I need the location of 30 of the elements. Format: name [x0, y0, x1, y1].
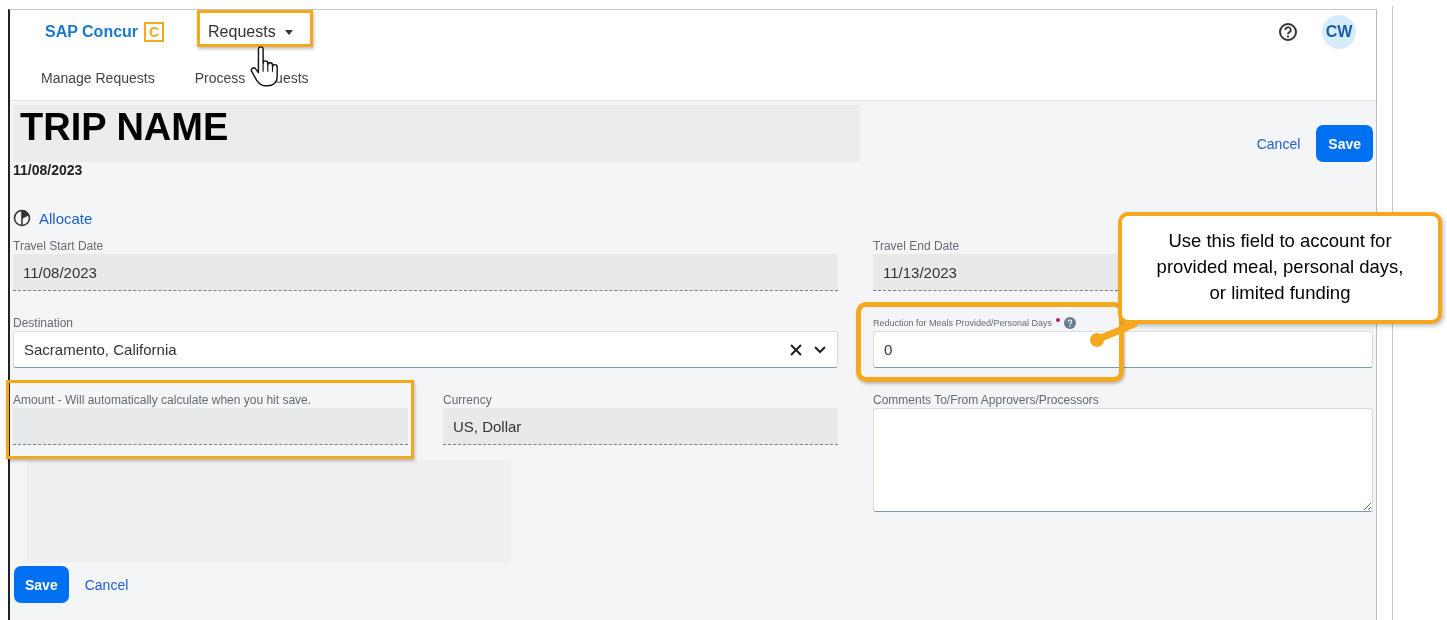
save-button[interactable]: Save	[14, 566, 69, 603]
trip-title: TRIP NAME	[19, 105, 230, 149]
pie-chart-icon	[13, 209, 31, 227]
cancel-link[interactable]: Cancel	[1256, 135, 1301, 152]
field-label: Comments To/From Approvers/Processors	[873, 393, 1099, 407]
caret-icon	[283, 29, 294, 35]
field-label: Travel Start Date	[13, 239, 104, 253]
field-label: Destination	[13, 316, 74, 330]
cancel-link[interactable]: Cancel	[84, 576, 129, 593]
readonly-field: US, Dollar	[443, 408, 838, 445]
brand-name: SAP Concur	[45, 23, 139, 41]
requests-menu[interactable]: Requests	[200, 19, 302, 45]
brand-logo: C	[144, 22, 165, 42]
field-label: Reduction for Meals Provided/Personal Days	[873, 318, 1053, 328]
destination-dropdown[interactable]: Sacramento, California	[13, 331, 838, 368]
callout-bubble: Use this field to account for provided meal, personal days, or limited funding	[1118, 212, 1442, 324]
clear-icon[interactable]	[789, 342, 803, 357]
nav-tab[interactable]: Manage Requests	[41, 70, 155, 90]
chevron-down-icon[interactable]	[813, 344, 827, 355]
field-label: Travel End Date	[873, 239, 960, 253]
allocate-link[interactable]: Allocate	[39, 209, 93, 227]
save-button[interactable]: Save	[1316, 125, 1373, 162]
request-date: 11/08/2023	[13, 162, 84, 178]
readonly-field: 11/13/2023	[873, 254, 1118, 291]
user-avatar[interactable]: CW	[1322, 15, 1356, 49]
help-icon[interactable]	[1278, 22, 1298, 42]
field-label: Currency	[443, 393, 492, 407]
number-input[interactable]: 0	[873, 331, 1373, 368]
readonly-field: 11/08/2023	[13, 254, 838, 291]
field-label: Amount - Will automatically calculate when you hit save.	[13, 393, 312, 407]
